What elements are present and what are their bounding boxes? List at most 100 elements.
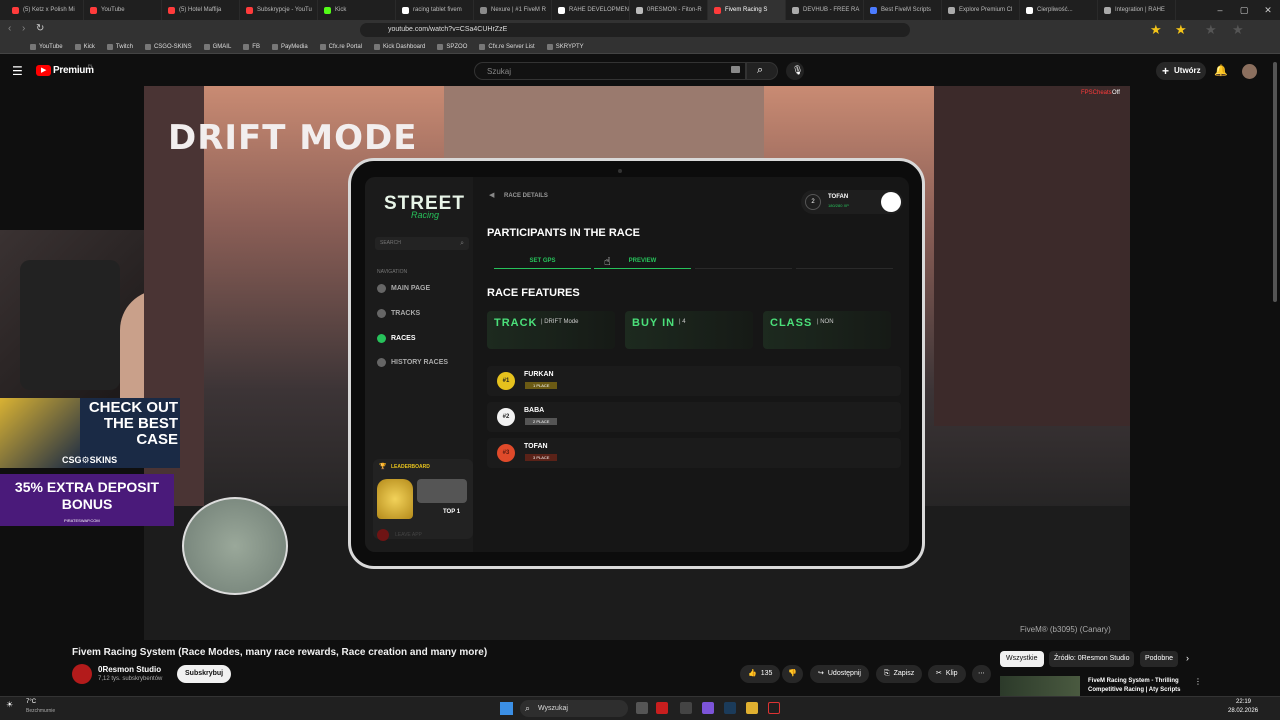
bookmark-label: Kick Dashboard	[383, 43, 426, 50]
save-button[interactable]: ⎘ Zapisz	[876, 665, 923, 683]
discord-icon[interactable]	[702, 702, 714, 714]
tablet-search-input[interactable]: SEARCH ⌕	[375, 237, 469, 250]
youtube-logo-icon[interactable]: ▶	[36, 65, 51, 76]
leaderboard-card[interactable]: 🏆 LEADERBOARD TOP 1	[373, 459, 473, 539]
nav-history-races[interactable]: HISTORY RACES	[377, 358, 448, 367]
chrome-icon[interactable]	[768, 702, 780, 714]
more-actions-button[interactable]: ⋯	[972, 665, 991, 683]
filter-chip-source[interactable]: Źródło: 0Resmon Studio	[1049, 651, 1135, 667]
browser-tab[interactable]: Kick	[318, 0, 396, 20]
filter-chip-similar[interactable]: Podobne	[1140, 651, 1179, 667]
app-icon[interactable]	[680, 702, 692, 714]
bookmark-item[interactable]: CSGO-SKINS	[144, 43, 192, 50]
browser-tab[interactable]: 0RESMON - Fiton-R	[630, 0, 708, 20]
page-scrollbar[interactable]	[1273, 62, 1277, 302]
hud-state: Off	[1112, 90, 1120, 96]
task-view-icon[interactable]	[636, 702, 648, 714]
participant-place: 2 PLACE	[525, 418, 558, 425]
star-icon[interactable]: ★	[1150, 22, 1162, 38]
recommended-title[interactable]: FiveM Racing System - Thrilling Competit…	[1088, 677, 1192, 695]
browser-tab[interactable]: Best FiveM Scripts	[864, 0, 942, 20]
url-field[interactable]: youtube.com/watch?v=CSa4CUHrZzE	[360, 23, 910, 37]
star-icon[interactable]: ★	[1175, 22, 1187, 38]
share-button[interactable]: ↪ Udostępnij	[810, 665, 869, 683]
csgo-skins-ad[interactable]: CHECK OUT THE BEST CASE CSG⚙SKINS	[0, 398, 180, 468]
search-button[interactable]: ⌕	[746, 62, 778, 80]
browser-tab[interactable]: Explore Premium Cl	[942, 0, 1020, 20]
bookmark-item[interactable]: FB	[243, 43, 260, 50]
save-label: Zapisz	[893, 670, 915, 677]
browser-tab[interactable]: YouTube	[84, 0, 162, 20]
browser-tab[interactable]: DEVHUB - FREE RA	[786, 0, 864, 20]
bookmark-item[interactable]: PayMedia	[271, 43, 308, 50]
filter-chip-all[interactable]: Wszystkie	[1000, 651, 1044, 667]
bookmark-item[interactable]: SPZOO	[437, 43, 467, 50]
leave-app-label[interactable]: LEAVE APP	[395, 532, 422, 538]
keyboard-icon[interactable]	[731, 66, 740, 73]
taskbar-search[interactable]: ⌕ Wyszukaj	[520, 700, 628, 717]
bookmark-item[interactable]: Cfx.re Portal	[319, 43, 362, 50]
star-icon[interactable]: ★	[1232, 22, 1244, 38]
rank-badge: #3	[497, 444, 515, 462]
browser-tab[interactable]: Nexure | #1 FiveM R	[474, 0, 552, 20]
participant-row[interactable]: #3 TOFAN 3 PLACE	[487, 438, 901, 468]
channel-name[interactable]: 0Resmon Studio	[98, 665, 161, 674]
minimize-icon[interactable]: –	[1208, 0, 1232, 20]
chevron-right-icon[interactable]: ›	[1186, 653, 1189, 663]
power-icon[interactable]	[377, 529, 389, 541]
set-gps-button[interactable]: SET GPS	[494, 253, 591, 269]
participant-row[interactable]: #1 FURKAN 1 PLACE	[487, 366, 901, 396]
maximize-icon[interactable]: ▢	[1232, 0, 1256, 20]
menu-icon[interactable]: ☰	[12, 64, 23, 78]
nav-main-page[interactable]: MAIN PAGE	[377, 284, 430, 293]
thumb-up-icon: 👍	[748, 670, 757, 677]
browser-tab[interactable]: Integration | RAHE	[1098, 0, 1176, 20]
avatar[interactable]	[1242, 64, 1257, 79]
recommended-thumbnail[interactable]	[1000, 676, 1080, 696]
more-icon[interactable]: ⋮	[1194, 677, 1202, 686]
bookmark-item[interactable]: Kick Dashboard	[374, 43, 426, 50]
channel-avatar[interactable]	[72, 664, 92, 684]
bookmark-item[interactable]: GMAIL	[203, 43, 231, 50]
user-card[interactable]: 2 TOFAN 180/280 XP	[801, 190, 903, 214]
steam-icon[interactable]	[724, 702, 736, 714]
participant-row[interactable]: #2 BABA 2 PLACE	[487, 402, 901, 432]
ad-bonus-text: 35% EXTRA DEPOSIT BONUS	[14, 479, 160, 512]
bookmark-item[interactable]: Cfx.re Server List	[479, 43, 535, 50]
folder-icon[interactable]	[746, 702, 758, 714]
voice-search-button[interactable]: 🎙	[786, 62, 804, 80]
bell-icon[interactable]: 🔔	[1214, 64, 1228, 77]
like-button[interactable]: 👍 135	[740, 665, 781, 683]
dislike-button[interactable]: 👎	[782, 665, 803, 683]
create-button[interactable]: + Utwórz	[1156, 62, 1206, 80]
nav-tracks[interactable]: TRACKS	[377, 309, 420, 318]
bookmark-item[interactable]: Twitch	[106, 43, 133, 50]
search-input[interactable]: Szukaj	[474, 62, 746, 80]
start-icon[interactable]	[500, 702, 513, 715]
trophy-icon	[377, 479, 413, 519]
search-icon: ⌕	[525, 703, 531, 713]
user-name: TOFAN	[828, 194, 849, 200]
browser-icon[interactable]	[656, 702, 668, 714]
browser-tab[interactable]: RAHE DEVELOPMEN	[552, 0, 630, 20]
bookmark-item[interactable]: SKRYPTY	[546, 43, 584, 50]
favicon-icon	[948, 6, 955, 14]
browser-tab[interactable]: Fivem Racing S	[708, 0, 786, 20]
nav-races[interactable]: RACES	[377, 334, 416, 343]
browser-tab[interactable]: (5) Ketz x Polish Mi	[6, 0, 84, 20]
browser-tab[interactable]: Cierpliwość...	[1020, 0, 1098, 20]
forward-icon[interactable]: ›	[22, 23, 25, 34]
close-icon[interactable]: ✕	[1256, 0, 1280, 20]
bookmark-item[interactable]: YouTube	[30, 43, 63, 50]
clip-button[interactable]: ✂ Klip	[928, 665, 966, 683]
browser-tab[interactable]: (5) Hotel Maffija	[162, 0, 240, 20]
subscribe-button[interactable]: Subskrybuj	[177, 665, 232, 683]
back-icon[interactable]: ◀	[489, 191, 494, 199]
bookmark-item[interactable]: Kick	[74, 43, 95, 50]
star-icon[interactable]: ★	[1205, 22, 1217, 38]
favicon-icon	[1104, 6, 1111, 14]
browser-tab[interactable]: Subskrypcje - YouTu	[240, 0, 318, 20]
back-icon[interactable]: ‹	[8, 23, 11, 34]
reload-icon[interactable]: ↻	[36, 23, 44, 34]
browser-tab[interactable]: racing tablet fivem	[396, 0, 474, 20]
